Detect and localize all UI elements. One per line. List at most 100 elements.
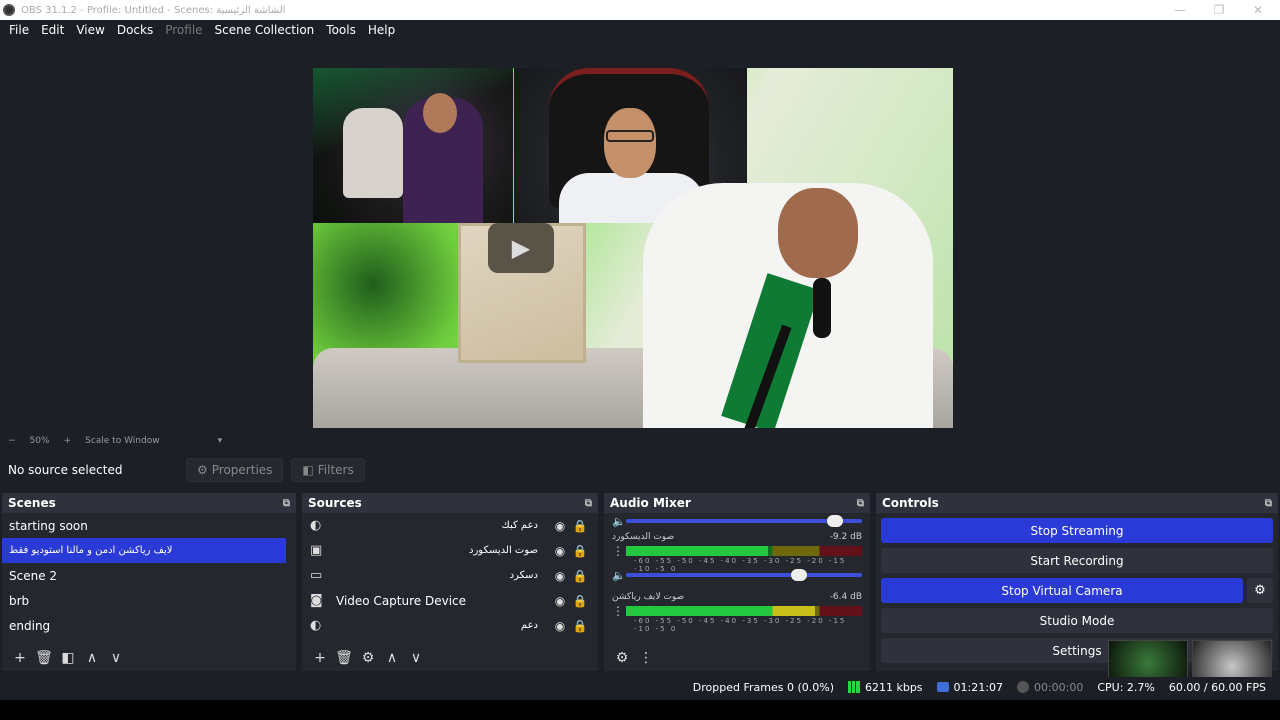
menu-docks[interactable]: Docks	[111, 23, 159, 37]
menu-view[interactable]: View	[70, 23, 110, 37]
source-item[interactable]: ◐ دعم ◉ 🔒	[302, 613, 598, 638]
undock-icon[interactable]: ⧉	[585, 498, 592, 509]
gear-icon[interactable]: ⚙	[356, 650, 380, 666]
source-item[interactable]: ▭ دسكرد ◉ 🔒	[302, 563, 598, 588]
fps-status: 60.00 / 60.00 FPS	[1168, 680, 1266, 694]
channel-db: -9.2 dB	[829, 532, 862, 542]
obs-logo-icon	[3, 4, 15, 16]
dropped-frames: Dropped Frames 0 (0.0%)	[692, 680, 834, 694]
mixer-channel: صوت لايف رياكشن -6.4 dB ⋮ -60 -55 -50 -4…	[604, 589, 870, 633]
play-icon: ▶	[488, 223, 554, 273]
advanced-audio-icon[interactable]: ⚙	[610, 650, 634, 666]
stop-streaming-button[interactable]: Stop Streaming	[881, 518, 1273, 543]
mixer-toolbar: ⚙ ⋮	[604, 645, 870, 671]
mixer-header: Audio Mixer ⧉	[604, 493, 870, 513]
virtual-camera-gear-icon[interactable]: ⚙	[1247, 578, 1273, 603]
mixer-channel: صوت الديسكورد -9.2 dB ⋮ -60 -55 -50 -45 …	[604, 529, 870, 583]
title-bar: OBS 31.1.2 - Profile: Untitled - Scenes:…	[0, 0, 1280, 20]
visibility-eye-icon[interactable]: ◉	[550, 569, 570, 583]
studio-mode-button[interactable]: Studio Mode	[881, 608, 1273, 633]
zoom-in-button[interactable]: +	[64, 436, 72, 446]
audio-mixer-dock: Audio Mixer ⧉ 🔈 صوت الديسكورد -9.2 dB ⋮ …	[604, 493, 870, 671]
gear-icon: ⚙	[197, 463, 208, 477]
menu-help[interactable]: Help	[362, 23, 401, 37]
kebab-menu-icon[interactable]: ⋮	[612, 544, 626, 558]
host-head	[778, 188, 858, 278]
scene-item-active[interactable]: لايف رياكشن ادمن و مالنا استوديو فقط	[2, 538, 286, 563]
visibility-eye-icon[interactable]: ◉	[550, 544, 570, 558]
delete-source-icon[interactable]: 🗑	[332, 650, 356, 666]
restore-button[interactable]: ❐	[1199, 0, 1239, 20]
level-meter: ⋮	[612, 604, 862, 618]
kebab-menu-icon[interactable]: ⋮	[634, 650, 658, 666]
scenes-dock: Scenes ⧉ starting soon لايف رياكشن ادمن …	[2, 493, 296, 671]
close-button[interactable]: ✕	[1238, 0, 1278, 20]
undock-icon[interactable]: ⧉	[857, 498, 864, 509]
signal-icon	[847, 681, 860, 693]
menu-file[interactable]: File	[3, 23, 35, 37]
menu-scene-collection[interactable]: Scene Collection	[209, 23, 321, 37]
menu-tools[interactable]: Tools	[320, 23, 362, 37]
scene-item[interactable]: starting soon	[2, 513, 296, 538]
microphone	[813, 278, 831, 338]
controls-header: Controls ⧉	[876, 493, 1278, 513]
visibility-eye-icon[interactable]: ◉	[550, 594, 570, 608]
properties-button[interactable]: ⚙ Properties	[186, 458, 284, 482]
menu-profile[interactable]: Profile	[159, 23, 208, 37]
minimize-button[interactable]: —	[1160, 0, 1200, 20]
delete-scene-icon[interactable]: 🗑	[32, 650, 56, 666]
source-toolbar: No source selected ⚙ Properties ◧ Filter…	[0, 455, 1280, 485]
add-scene-icon[interactable]: +	[8, 650, 32, 666]
recording-status: 00:00:00	[1016, 681, 1083, 694]
kebab-menu-icon[interactable]: ⋮	[612, 604, 626, 618]
menu-bar: File Edit View Docks Profile Scene Colle…	[0, 20, 1280, 40]
move-down-icon[interactable]: ∨	[404, 650, 428, 666]
window-title: OBS 31.1.2 - Profile: Untitled - Scenes:…	[21, 4, 286, 16]
move-up-icon[interactable]: ∧	[80, 650, 104, 666]
record-icon	[1016, 681, 1029, 693]
volume-fader[interactable]: 🔈	[612, 513, 862, 529]
scene-item[interactable]: Scene 2	[2, 563, 296, 588]
cpu-usage: CPU: 2.7%	[1097, 680, 1155, 694]
add-source-icon[interactable]: +	[308, 650, 332, 666]
channel-db: -6.4 dB	[829, 592, 862, 602]
sources-dock: Sources ⧉ ◐ دعم كبك ◉ 🔒 ▣ صوت الديسكورد …	[302, 493, 598, 671]
chevron-down-icon[interactable]: ▾	[218, 436, 223, 446]
status-bar: Dropped Frames 0 (0.0%) 6211 kbps 01:21:…	[0, 677, 1280, 697]
meter-ticks: -60 -55 -50 -45 -40 -35 -30 -25 -20 -15 …	[634, 557, 847, 573]
lock-icon[interactable]: 🔒	[570, 619, 590, 633]
filter-icon[interactable]: ◧	[56, 650, 80, 666]
lock-icon[interactable]: 🔒	[570, 544, 590, 558]
undock-icon[interactable]: ⧉	[283, 498, 290, 509]
speaker-icon[interactable]: 🔈	[612, 515, 626, 528]
webcam-left	[313, 68, 513, 223]
source-item[interactable]: ◐ دعم كبك ◉ 🔒	[302, 513, 598, 538]
source-item[interactable]: ◙ Video Capture Device ◉ 🔒	[302, 588, 598, 613]
lock-icon[interactable]: 🔒	[570, 594, 590, 608]
scene-item[interactable]: brb	[2, 588, 296, 613]
zoom-out-button[interactable]: −	[8, 436, 16, 446]
lock-icon[interactable]: 🔒	[570, 519, 590, 533]
source-item[interactable]: ▣ صوت الديسكورد ◉ 🔒	[302, 538, 598, 563]
move-down-icon[interactable]: ∨	[104, 650, 128, 666]
visibility-eye-icon[interactable]: ◉	[550, 619, 570, 633]
scenes-header: Scenes ⧉	[2, 493, 296, 513]
visibility-eye-icon[interactable]: ◉	[550, 519, 570, 533]
program-preview[interactable]: ▶	[313, 68, 953, 428]
monitor-icon: ▭	[310, 568, 323, 583]
zoom-bar: − 50% + Scale to Window ▾	[0, 434, 1280, 448]
start-recording-button[interactable]: Start Recording	[881, 548, 1273, 573]
scene-item[interactable]: ending	[2, 613, 296, 638]
stop-virtual-camera-button[interactable]: Stop Virtual Camera	[881, 578, 1243, 603]
scale-mode-select[interactable]: Scale to Window	[85, 436, 159, 446]
speaker-icon[interactable]: 🔈	[612, 569, 626, 582]
live-status: 01:21:07	[936, 681, 1003, 694]
menu-edit[interactable]: Edit	[35, 23, 70, 37]
audio-icon: ▣	[310, 543, 323, 558]
lock-icon[interactable]: 🔒	[570, 569, 590, 583]
undock-icon[interactable]: ⧉	[1265, 498, 1272, 509]
meter-ticks: -60 -55 -50 -45 -40 -35 -30 -25 -20 -15 …	[634, 617, 847, 633]
filters-button[interactable]: ◧ Filters	[291, 458, 365, 482]
move-up-icon[interactable]: ∧	[380, 650, 404, 666]
sources-header: Sources ⧉	[302, 493, 598, 513]
